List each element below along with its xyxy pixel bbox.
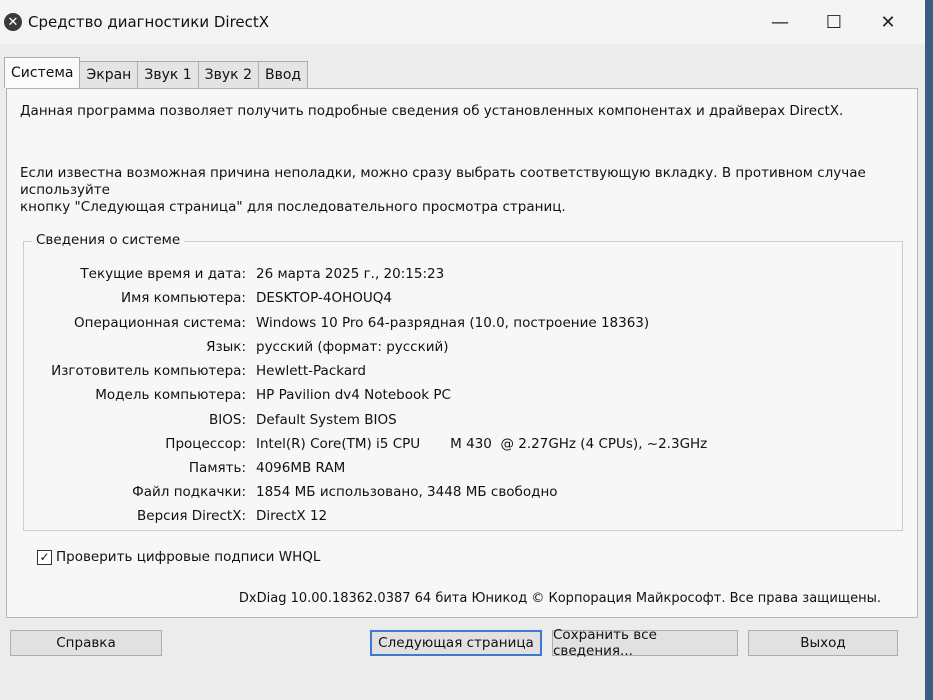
info-label: Текущие время и дата: <box>80 266 246 282</box>
info-row-processor: Процессор: Intel(R) Core(TM) i5 CPU M 43… <box>24 436 884 456</box>
info-row-memory: Память: 4096MB RAM <box>24 460 884 480</box>
system-tab-panel: Данная программа позволяет получить подр… <box>6 88 918 618</box>
info-label: Язык: <box>206 339 246 355</box>
info-row-bios: BIOS: Default System BIOS <box>24 412 884 432</box>
info-value: русский (формат: русский) <box>256 339 449 355</box>
info-value: HP Pavilion dv4 Notebook PC <box>256 387 451 403</box>
tab-display[interactable]: Экран <box>79 61 139 88</box>
info-value: 1854 МБ использовано, 3448 МБ свободно <box>256 484 558 500</box>
title-bar[interactable]: ✕ Средство диагностики DirectX — ☐ ✕ <box>0 0 925 44</box>
info-label: BIOS: <box>209 412 246 428</box>
window-controls: — ☐ ✕ <box>753 0 915 44</box>
info-label: Файл подкачки: <box>132 484 246 500</box>
tab-input[interactable]: Ввод <box>258 61 309 88</box>
tab-sound-2[interactable]: Звук 2 <box>197 61 259 88</box>
info-row-os: Операционная система: Windows 10 Pro 64-… <box>24 315 884 335</box>
info-label: Процессор: <box>165 436 246 452</box>
info-label: Имя компьютера: <box>120 290 246 306</box>
info-row-directx: Версия DirectX: DirectX 12 <box>24 508 884 528</box>
help-button[interactable]: Справка <box>10 630 162 656</box>
tab-sound-1[interactable]: Звук 1 <box>137 61 199 88</box>
system-info-title: Сведения о системе <box>32 232 185 248</box>
info-value: DESKTOP-4OHOUQ4 <box>256 290 392 306</box>
system-info-group: Сведения о системе Текущие время и дата:… <box>23 232 903 531</box>
info-label: Модель компьютера: <box>95 387 246 403</box>
info-value: Windows 10 Pro 64-разрядная (10.0, постр… <box>256 315 650 331</box>
info-value: 4096MB RAM <box>256 460 346 476</box>
hint-line-1: Если известна возможная причина неполадк… <box>20 165 866 198</box>
window-title: Средство диагностики DirectX <box>28 13 270 31</box>
info-value: Hewlett-Packard <box>256 363 366 379</box>
info-row-datetime: Текущие время и дата: 26 марта 2025 г., … <box>24 266 884 286</box>
maximize-button[interactable]: ☐ <box>807 0 861 44</box>
info-value: 26 марта 2025 г., 20:15:23 <box>256 266 445 282</box>
info-label: Операционная система: <box>74 315 246 331</box>
tab-system[interactable]: Система <box>4 57 81 88</box>
exit-button[interactable]: Выход <box>748 630 898 656</box>
info-label: Память: <box>188 460 246 476</box>
info-value: Default System BIOS <box>256 412 397 428</box>
next-page-button[interactable]: Следующая страница <box>370 630 542 656</box>
info-value: Intel(R) Core(TM) i5 CPU M 430 @ 2.27GHz… <box>256 436 708 452</box>
hint-line-2: кнопку "Следующая страница" для последов… <box>20 199 566 215</box>
hint-text: Если известна возможная причина неполадк… <box>20 165 900 216</box>
whql-option[interactable]: ✓ Проверить цифровые подписи WHQL <box>37 549 320 565</box>
save-all-button[interactable]: Сохранить все сведения... <box>552 627 738 659</box>
intro-text: Данная программа позволяет получить подр… <box>20 103 844 119</box>
tab-strip: Система Экран Звук 1 Звук 2 Ввод <box>4 57 309 88</box>
info-row-computer-name: Имя компьютера: DESKTOP-4OHOUQ4 <box>24 290 884 310</box>
info-row-pagefile: Файл подкачки: 1854 МБ использовано, 344… <box>24 484 884 504</box>
whql-checkbox[interactable]: ✓ <box>37 549 52 565</box>
dxdiag-app-icon: ✕ <box>4 13 22 31</box>
whql-label: Проверить цифровые подписи WHQL <box>56 549 321 565</box>
info-row-language: Язык: русский (формат: русский) <box>24 339 884 359</box>
info-row-manufacturer: Изготовитель компьютера: Hewlett-Packard <box>24 363 884 383</box>
info-label: Изготовитель компьютера: <box>51 363 246 379</box>
dxdiag-window: ✕ Средство диагностики DirectX — ☐ ✕ Сис… <box>0 0 933 700</box>
info-label: Версия DirectX: <box>137 508 246 524</box>
copyright-text: DxDiag 10.00.18362.0387 64 бита Юникод ©… <box>238 591 881 606</box>
close-button[interactable]: ✕ <box>861 0 915 44</box>
info-value: DirectX 12 <box>256 508 328 524</box>
info-row-model: Модель компьютера: HP Pavilion dv4 Noteb… <box>24 387 884 407</box>
minimize-button[interactable]: — <box>753 0 807 44</box>
